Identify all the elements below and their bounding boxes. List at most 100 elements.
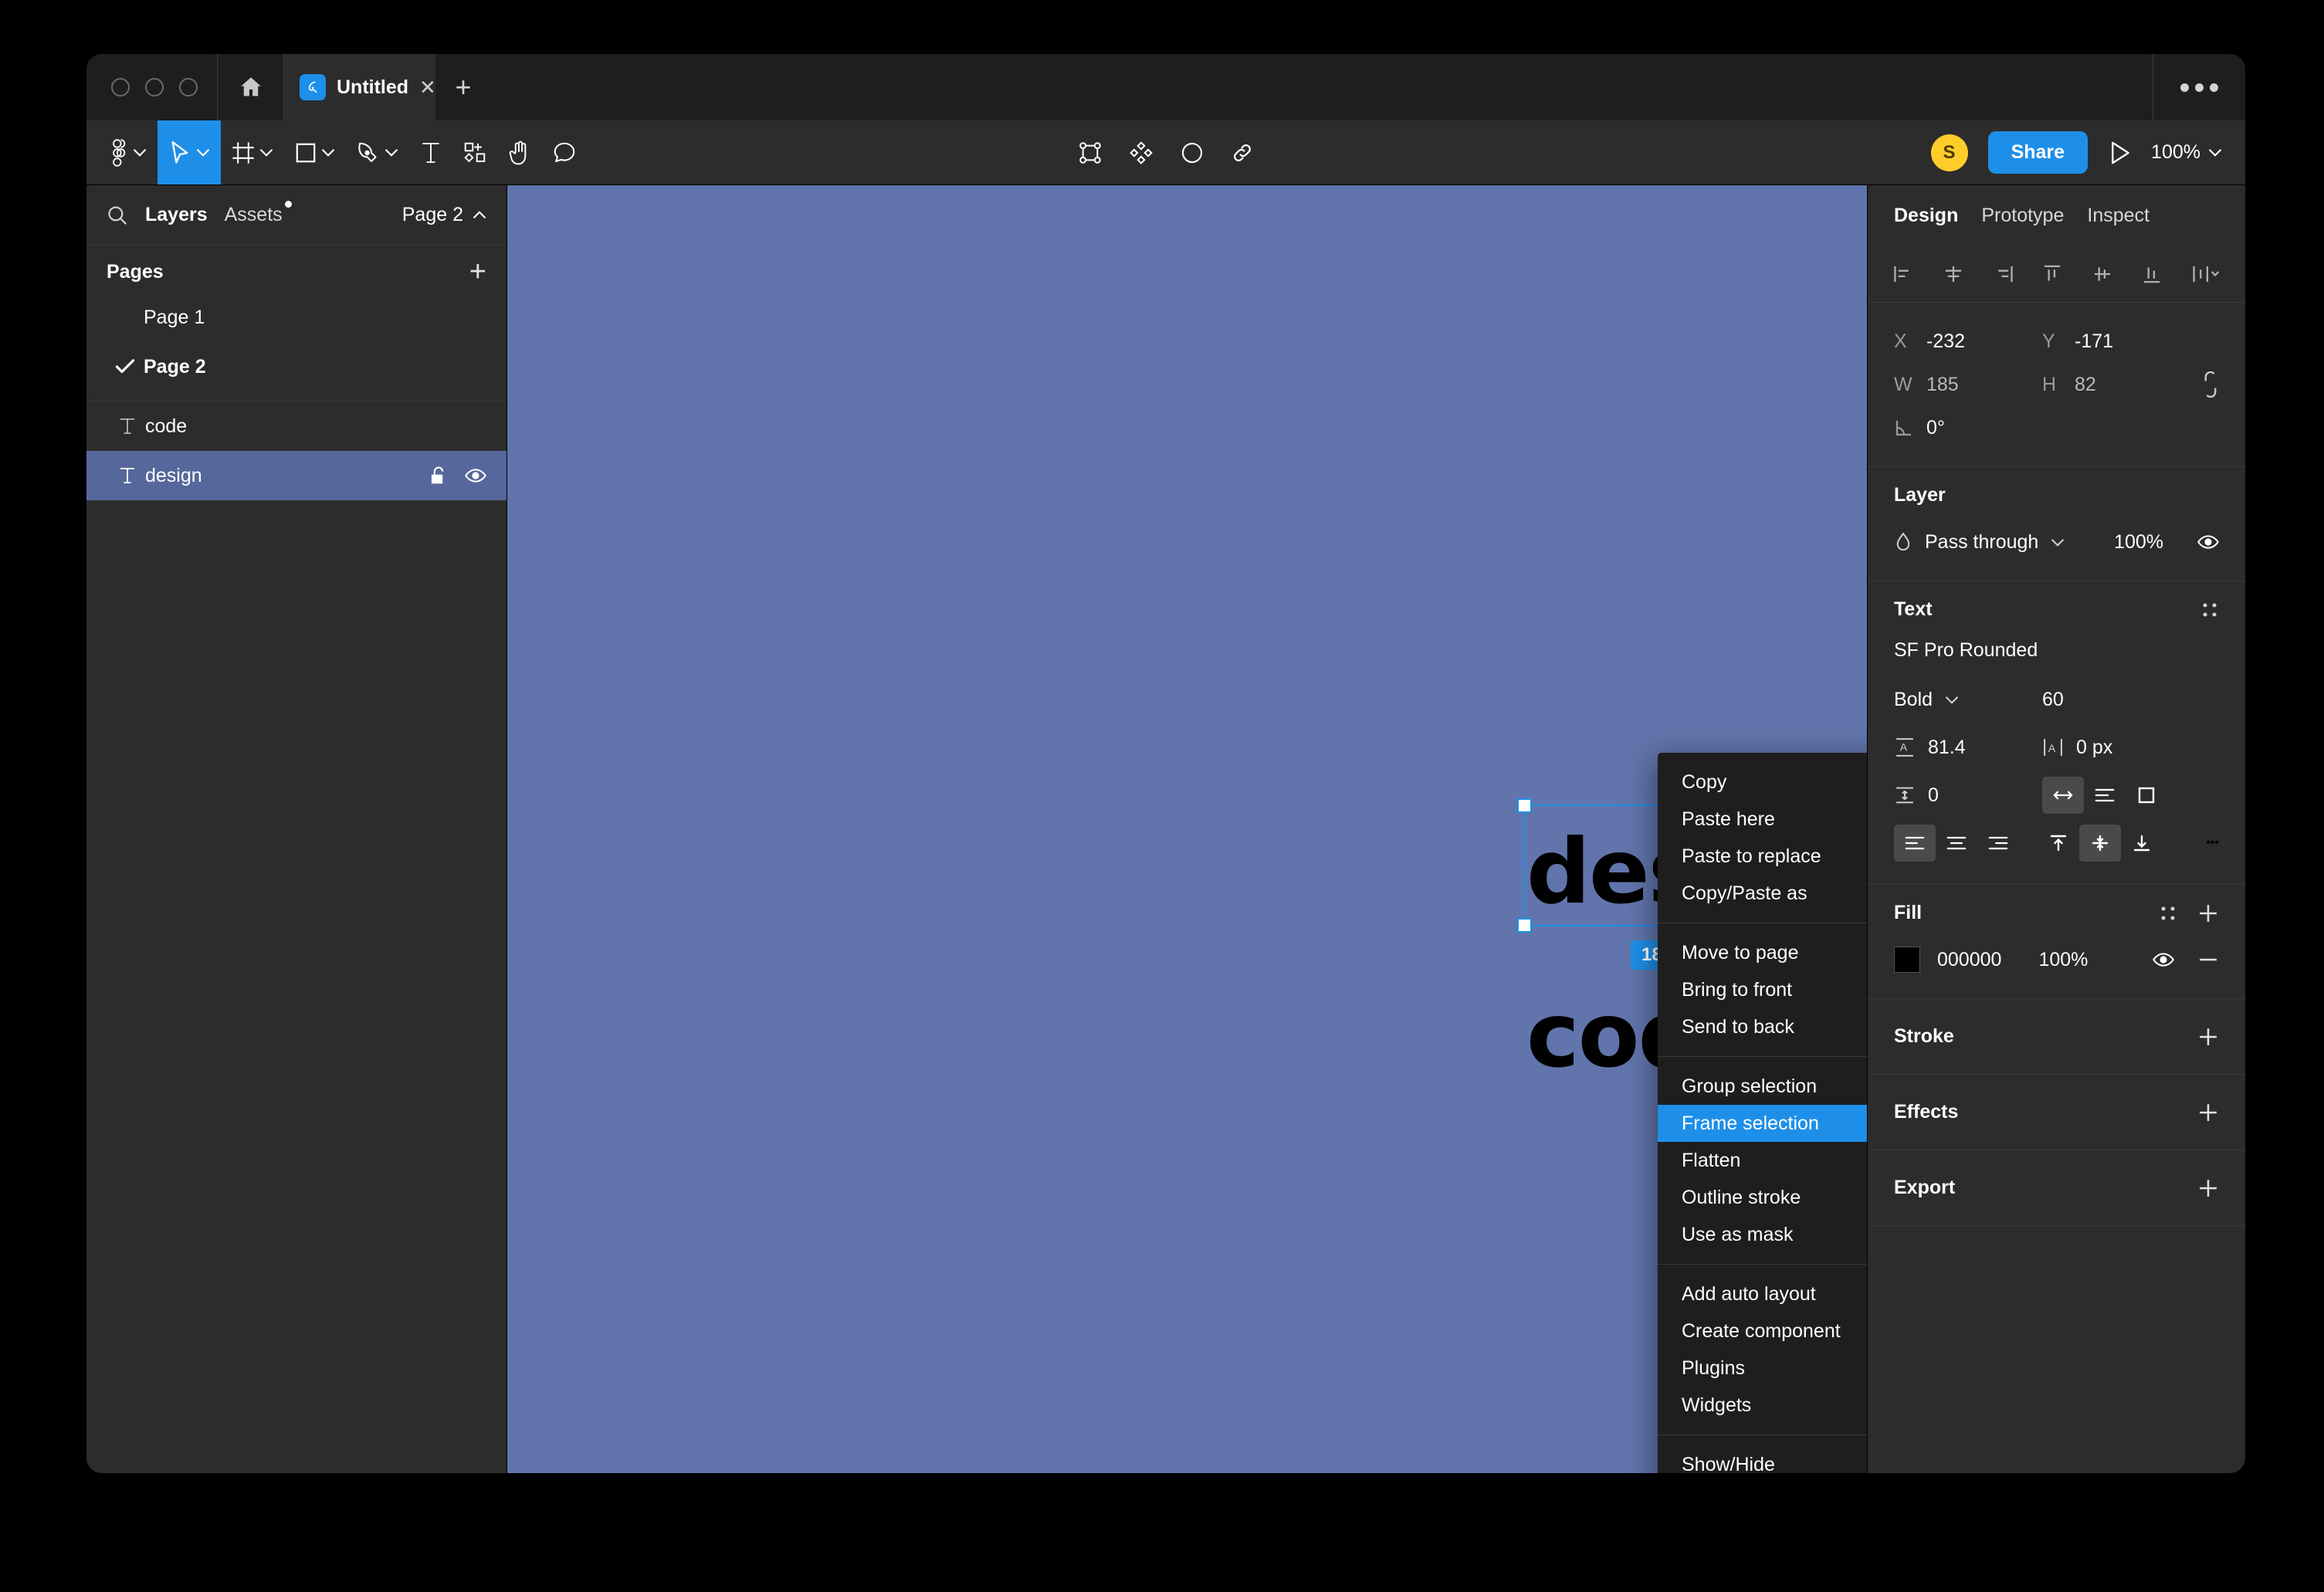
design-canvas[interactable]: design code 185 ? Copy ⌘ C Paste here — [507, 185, 1867, 1473]
context-menu-item-frame-selection[interactable]: Frame selection ⌥ ⌘ G — [1658, 1105, 1867, 1142]
diamond-grid-icon[interactable] — [1129, 141, 1154, 165]
height-field[interactable]: H 82 — [2042, 374, 2190, 396]
text-more-options-button[interactable]: ••• — [2206, 836, 2219, 850]
layer-opacity-value[interactable]: 100% — [2114, 531, 2163, 554]
context-menu-item-create-component[interactable]: Create component ⌥ ⌘ K — [1658, 1313, 1867, 1350]
bounding-box-icon[interactable] — [1078, 141, 1103, 165]
window-more-menu-button[interactable] — [2153, 54, 2245, 120]
context-menu-item-paste-to-replace[interactable]: Paste to replace ⇧ ⌘ R — [1658, 838, 1867, 875]
context-menu-item-flatten[interactable]: Flatten ⌘ E — [1658, 1142, 1867, 1179]
tab-design[interactable]: Design — [1894, 205, 1958, 227]
add-export-button[interactable] — [2197, 1177, 2219, 1199]
resources-tool-button[interactable] — [452, 120, 497, 185]
eye-icon[interactable] — [465, 467, 486, 484]
context-menu-item-use-as-mask[interactable]: Use as mask ⌃ ⌘ M — [1658, 1216, 1867, 1253]
context-menu-item-widgets[interactable]: Widgets — [1658, 1387, 1867, 1424]
eye-icon[interactable] — [2197, 533, 2219, 550]
page-selector[interactable]: Page 2 — [402, 204, 486, 226]
close-tab-button[interactable]: ✕ — [419, 77, 436, 97]
page-item-2[interactable]: Page 2 — [86, 342, 506, 391]
line-height-field[interactable]: A 81.4 — [1894, 737, 2042, 759]
context-menu-item-send-to-back[interactable]: Send to back [ — [1658, 1008, 1867, 1045]
zoom-selector[interactable]: 100% — [2151, 141, 2222, 164]
figma-menu-button[interactable] — [97, 120, 158, 185]
resize-auto-height-button[interactable] — [2084, 777, 2126, 814]
avatar[interactable]: S — [1930, 134, 1968, 171]
hand-tool-button[interactable] — [497, 120, 542, 185]
font-weight-field[interactable]: Bold — [1894, 689, 2042, 711]
distribute-icon[interactable] — [2190, 264, 2221, 284]
document-tab[interactable]: Untitled ✕ — [284, 54, 436, 120]
context-menu-item-move-to-page[interactable]: Move to page — [1658, 934, 1867, 971]
link-proportions-icon[interactable] — [2202, 371, 2219, 398]
context-menu-item-copy[interactable]: Copy ⌘ C — [1658, 764, 1867, 801]
present-button[interactable] — [2108, 141, 2131, 165]
add-stroke-button[interactable] — [2197, 1026, 2219, 1048]
text-align-center-button[interactable] — [1936, 825, 1977, 862]
text-valign-top-button[interactable] — [2038, 825, 2079, 862]
unlock-icon[interactable] — [429, 466, 448, 486]
shape-tool-button[interactable] — [284, 120, 346, 185]
eye-icon[interactable] — [2153, 951, 2174, 968]
fill-opacity-value[interactable]: 100% — [2038, 949, 2088, 971]
align-bottom-icon[interactable] — [2140, 264, 2163, 284]
frame-tool-button[interactable] — [221, 120, 284, 185]
contrast-circle-icon[interactable] — [1180, 141, 1204, 165]
rotation-field[interactable]: 0° — [1894, 417, 2042, 439]
context-menu-item-bring-to-front[interactable]: Bring to front ] — [1658, 971, 1867, 1008]
y-field[interactable]: Y -171 — [2042, 330, 2190, 353]
context-menu-item-show-hide[interactable]: Show/Hide ⇧ ⌘ H — [1658, 1446, 1867, 1474]
chevron-down-icon[interactable] — [2051, 538, 2065, 547]
fill-styles-icon[interactable] — [2159, 904, 2177, 923]
align-right-icon[interactable] — [1991, 264, 2014, 284]
tab-inspect[interactable]: Inspect — [2087, 205, 2150, 227]
tab-prototype[interactable]: Prototype — [1981, 205, 2064, 227]
text-align-left-button[interactable] — [1894, 825, 1936, 862]
text-align-right-button[interactable] — [1977, 825, 2019, 862]
link-icon[interactable] — [1231, 141, 1254, 164]
minimize-window-button[interactable] — [145, 78, 164, 97]
context-menu-item-outline-stroke[interactable]: Outline stroke ⇧ ⌘ O — [1658, 1179, 1867, 1216]
paragraph-spacing-field[interactable]: 0 — [1894, 784, 2042, 807]
remove-fill-button[interactable] — [2197, 949, 2219, 970]
context-menu-item-plugins[interactable]: Plugins — [1658, 1350, 1867, 1387]
fill-color-swatch[interactable] — [1894, 947, 1920, 973]
text-valign-bottom-button[interactable] — [2121, 825, 2163, 862]
comment-tool-button[interactable] — [542, 120, 587, 185]
selection-handle-top-left[interactable] — [1517, 798, 1532, 813]
layer-row[interactable]: design — [86, 451, 506, 500]
search-icon[interactable] — [107, 205, 128, 226]
resize-fixed-button[interactable] — [2126, 777, 2167, 814]
text-valign-middle-button[interactable] — [2079, 825, 2121, 862]
page-item-1[interactable]: Page 1 — [86, 293, 506, 342]
blend-mode-value[interactable]: Pass through — [1925, 531, 2038, 554]
align-left-icon[interactable] — [1892, 264, 1916, 284]
move-tool-button[interactable] — [158, 120, 221, 185]
align-top-icon[interactable] — [2041, 264, 2064, 284]
width-field[interactable]: W 185 — [1894, 374, 2042, 396]
tab-assets[interactable]: Assets — [225, 201, 292, 226]
home-button[interactable] — [218, 54, 284, 120]
font-size-field[interactable]: 60 — [2042, 689, 2190, 711]
new-tab-button[interactable]: + — [435, 54, 491, 120]
align-horizontal-center-icon[interactable] — [1942, 264, 1965, 284]
context-menu-item-add-auto-layout[interactable]: Add auto layout ⇧ A — [1658, 1275, 1867, 1313]
tab-layers[interactable]: Layers — [145, 204, 208, 226]
maximize-window-button[interactable] — [179, 78, 198, 97]
close-window-button[interactable] — [111, 78, 130, 97]
add-page-button[interactable]: + — [469, 257, 486, 286]
text-styles-icon[interactable] — [2200, 601, 2219, 619]
fill-hex-value[interactable]: 000000 — [1937, 949, 2001, 971]
pen-tool-button[interactable] — [346, 120, 409, 185]
x-field[interactable]: X -232 — [1894, 330, 2042, 353]
layer-row[interactable]: code — [86, 401, 506, 451]
letter-spacing-field[interactable]: A 0 px — [2042, 737, 2190, 759]
share-button[interactable]: Share — [1987, 131, 2089, 174]
font-family-value[interactable]: SF Pro Rounded — [1894, 635, 2219, 676]
context-menu-item-copy-paste-as[interactable]: Copy/Paste as — [1658, 875, 1867, 912]
add-effect-button[interactable] — [2197, 1102, 2219, 1123]
context-menu-item-group-selection[interactable]: Group selection ⌘ G — [1658, 1068, 1867, 1105]
text-tool-button[interactable] — [409, 120, 452, 185]
resize-auto-width-button[interactable] — [2042, 777, 2084, 814]
align-vertical-center-icon[interactable] — [2091, 264, 2114, 284]
